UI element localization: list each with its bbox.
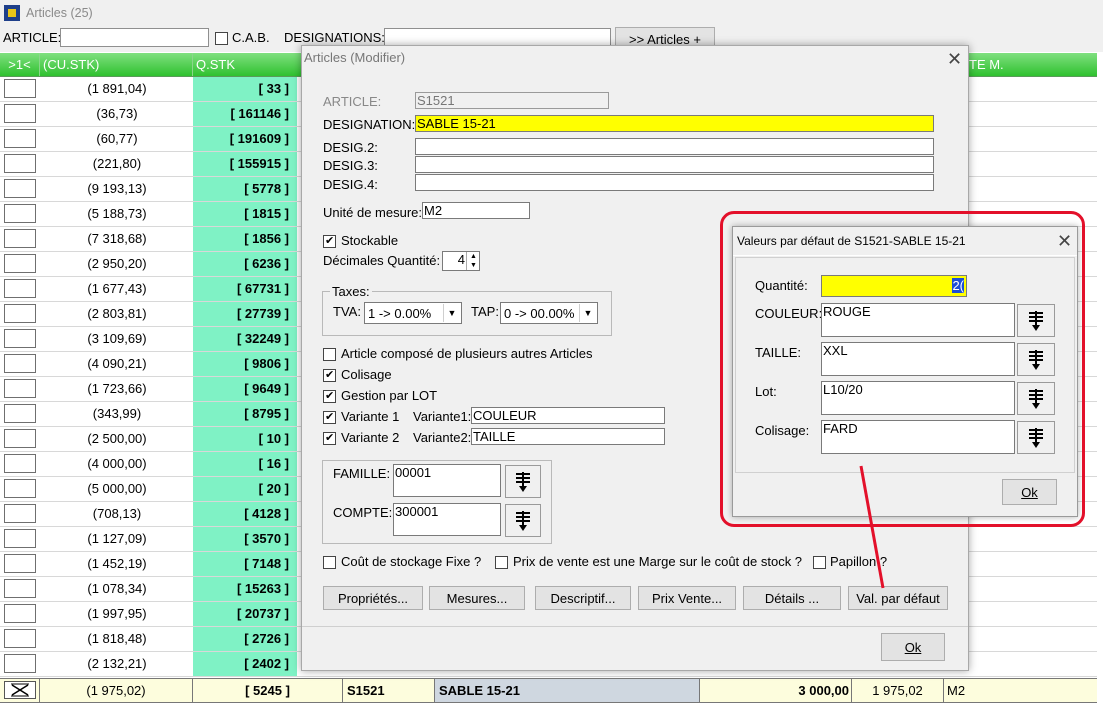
annotation-arrow: [859, 465, 885, 589]
